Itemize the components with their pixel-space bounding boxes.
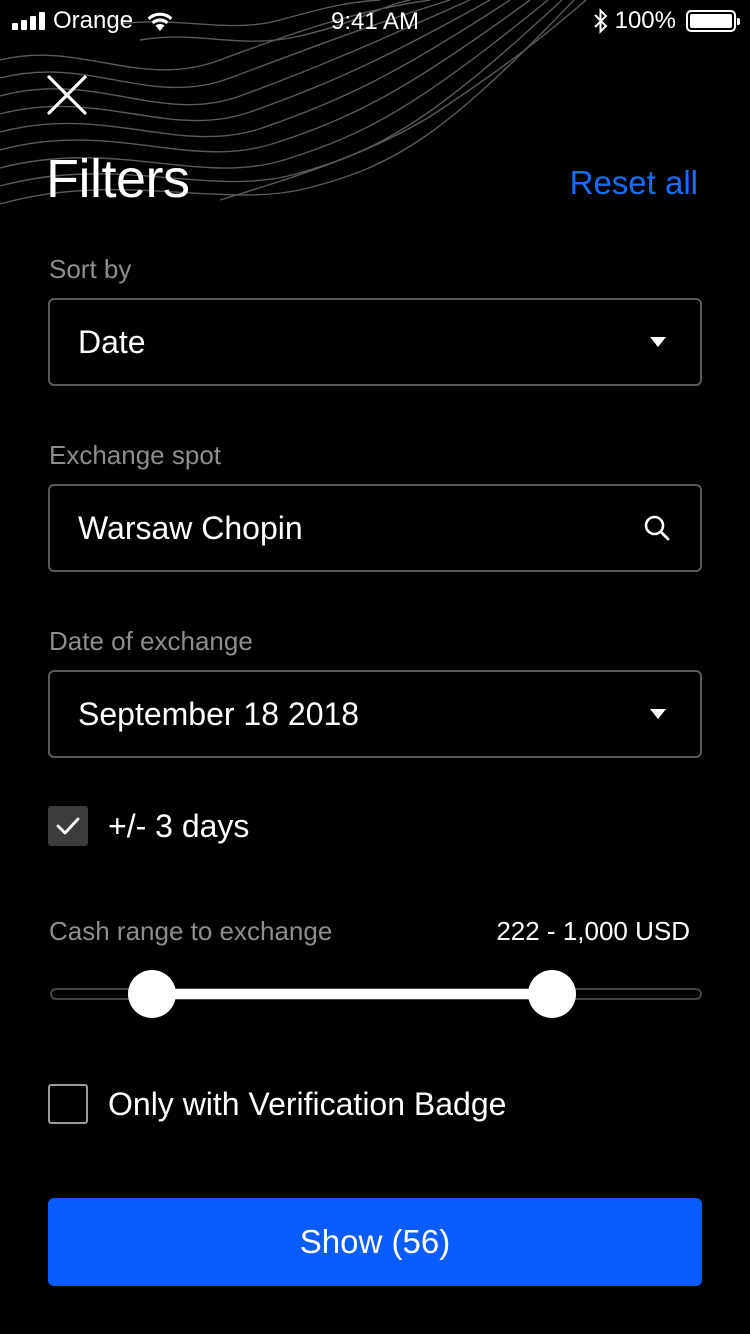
cash-range-slider[interactable] [50,968,702,1020]
flex-days-label: +/- 3 days [108,808,250,844]
slider-min-thumb[interactable] [128,970,176,1018]
checkmark-icon [56,817,80,835]
filters-screen: Orange 9:41 AM 100% Filters Reset all So… [0,0,750,1334]
battery-percent: 100% [614,7,676,34]
reset-all-button[interactable]: Reset all [570,164,698,202]
search-icon[interactable] [642,513,672,543]
sort-by-value: Date [78,323,146,360]
sort-by-select[interactable]: Date [48,298,702,386]
date-of-exchange-label: Date of exchange [49,626,253,656]
battery-icon [686,10,740,32]
status-bar-right: 100% [593,7,740,34]
slider-max-thumb[interactable] [528,970,576,1018]
exchange-spot-input[interactable]: Warsaw Chopin [48,484,702,572]
exchange-spot-label: Exchange spot [49,440,222,470]
cash-range-value: 222 - 1,000 USD [496,916,690,946]
bluetooth-icon [593,8,608,34]
battery-level [690,14,732,28]
show-results-button[interactable]: Show (56) [48,1198,702,1286]
dropdown-caret-icon [650,709,666,719]
page-title: Filters [46,149,190,209]
date-of-exchange-value: September 18 2018 [78,695,360,732]
cash-range-label: Cash range to exchange [49,916,333,946]
close-icon[interactable] [44,72,90,118]
slider-selected-range [152,989,552,999]
date-of-exchange-select[interactable]: September 18 2018 [48,670,702,758]
exchange-spot-value: Warsaw Chopin [78,509,303,546]
dropdown-caret-icon [650,337,666,347]
flex-days-checkbox[interactable] [48,806,88,846]
verification-badge-checkbox[interactable] [48,1084,88,1124]
sort-by-label: Sort by [49,254,132,284]
verification-badge-label: Only with Verification Badge [108,1086,507,1122]
status-bar: Orange 9:41 AM 100% [0,0,750,40]
